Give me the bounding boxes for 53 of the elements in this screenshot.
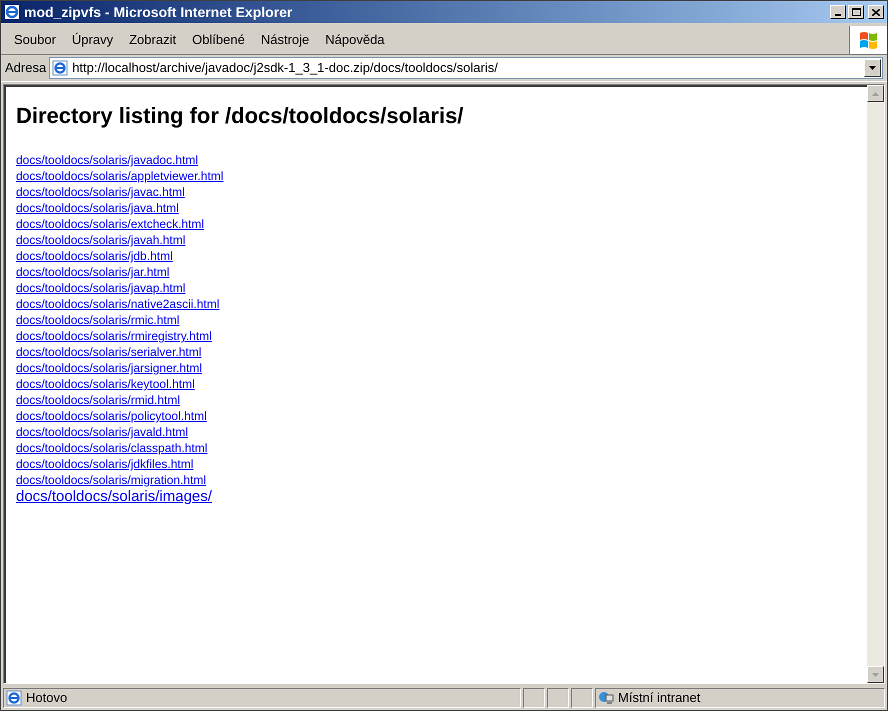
menu-item[interactable]: Nápověda	[317, 28, 393, 52]
file-link[interactable]: docs/tooldocs/solaris/jdkfiles.html	[16, 456, 194, 472]
file-link[interactable]: docs/tooldocs/solaris/serialver.html	[16, 344, 202, 360]
minimize-button[interactable]	[830, 5, 846, 19]
file-link[interactable]: docs/tooldocs/solaris/javald.html	[16, 424, 188, 440]
menu-item[interactable]: Soubor	[6, 28, 64, 52]
file-link[interactable]: docs/tooldocs/solaris/javac.html	[16, 184, 185, 200]
file-link[interactable]: docs/tooldocs/solaris/keytool.html	[16, 376, 195, 392]
file-link[interactable]: docs/tooldocs/solaris/java.html	[16, 200, 179, 216]
network-computer-icon	[598, 690, 614, 706]
file-link[interactable]: docs/tooldocs/solaris/javah.html	[16, 232, 186, 248]
file-link[interactable]: docs/tooldocs/solaris/migration.html	[16, 472, 206, 488]
file-link[interactable]: docs/tooldocs/solaris/extcheck.html	[16, 216, 204, 232]
windows-flag-icon	[858, 30, 878, 48]
file-link[interactable]: docs/tooldocs/solaris/classpath.html	[16, 440, 208, 456]
scroll-up-button[interactable]	[867, 85, 884, 102]
status-text: Hotovo	[26, 689, 68, 708]
window-title: mod_zipvfs - Microsoft Internet Explorer	[24, 2, 294, 22]
close-button[interactable]	[868, 5, 884, 19]
file-link[interactable]: docs/tooldocs/solaris/rmiregistry.html	[16, 328, 212, 344]
address-label: Adresa	[5, 59, 46, 78]
file-link[interactable]: docs/tooldocs/solaris/rmid.html	[16, 392, 180, 408]
status-panel	[523, 688, 545, 708]
caret-icon	[869, 66, 876, 70]
file-link[interactable]: docs/tooldocs/solaris/native2ascii.html	[16, 296, 220, 312]
up-arrow-icon	[872, 92, 879, 96]
file-link[interactable]: docs/tooldocs/solaris/rmic.html	[16, 312, 180, 328]
menu-item[interactable]: Nástroje	[252, 28, 318, 52]
file-link[interactable]: docs/tooldocs/solaris/jarsigner.html	[16, 360, 202, 376]
page-icon	[6, 690, 22, 706]
scroll-down-button[interactable]	[867, 666, 884, 683]
file-link[interactable]: docs/tooldocs/solaris/policytool.html	[16, 408, 207, 424]
address-field[interactable]: http://localhost/archive/javadoc/j2sdk-1_3_1-doc.zip/docs/tooldocs/solaris/	[49, 57, 883, 79]
file-link[interactable]: docs/tooldocs/solaris/jar.html	[16, 264, 170, 280]
down-arrow-icon	[872, 672, 879, 676]
menu-item[interactable]: Zobrazit	[121, 28, 184, 52]
close-icon	[872, 8, 880, 16]
file-link[interactable]: docs/tooldocs/solaris/javap.html	[16, 280, 186, 296]
page-heading: Directory listing for /docs/tooldocs/solaris/	[16, 102, 464, 130]
file-link[interactable]: docs/tooldocs/solaris/appletviewer.html	[16, 168, 224, 184]
status-panel	[547, 688, 569, 708]
menu-item[interactable]: Úpravy	[64, 28, 122, 52]
status-panel	[571, 688, 593, 708]
browser-icon	[4, 4, 20, 20]
file-link[interactable]: docs/tooldocs/solaris/javadoc.html	[16, 152, 198, 168]
dropdown-button[interactable]	[864, 59, 881, 77]
file-link[interactable]: docs/tooldocs/solaris/jdb.html	[16, 248, 173, 264]
page-icon	[52, 60, 68, 76]
folder-link[interactable]: docs/tooldocs/solaris/images/	[16, 488, 212, 506]
vertical-scrollbar[interactable]	[867, 85, 884, 683]
menu-item[interactable]: Oblíbené	[184, 28, 253, 52]
zone-text: Místní intranet	[618, 689, 700, 708]
maximize-button[interactable]	[848, 5, 864, 19]
